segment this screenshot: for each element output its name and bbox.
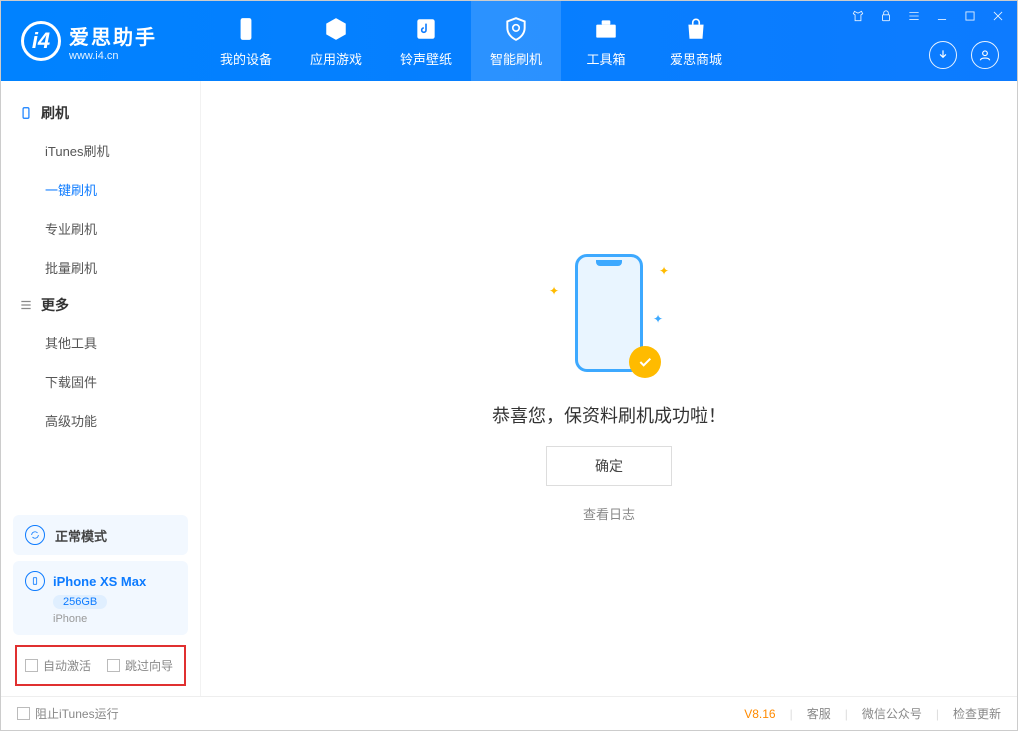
device-name: iPhone XS Max [53, 574, 146, 589]
footer-link-support[interactable]: 客服 [807, 705, 831, 722]
device-info-card[interactable]: iPhone XS Max 256GB iPhone [13, 561, 188, 635]
version-label: V8.16 [744, 707, 775, 721]
app-title: 爱思助手 [69, 21, 157, 50]
nav-label: 我的设备 [220, 49, 272, 68]
device-capacity: 256GB [53, 595, 107, 609]
briefcase-icon [592, 15, 620, 43]
device-small-icon [19, 106, 33, 120]
option-checkboxes-highlight: 自动激活 跳过向导 [15, 645, 186, 686]
sparkle-icon: ✦ [653, 312, 663, 326]
nav-label: 工具箱 [586, 49, 625, 68]
checkbox-icon [107, 659, 120, 672]
checkbox-icon [25, 659, 38, 672]
nav-tab-toolbox[interactable]: 工具箱 [561, 1, 651, 81]
sidebar-item-itunes-flash[interactable]: iTunes刷机 [1, 131, 200, 170]
sync-icon [25, 525, 45, 545]
section-label: 刷机 [41, 103, 69, 123]
checkbox-skip-guide[interactable]: 跳过向导 [107, 657, 173, 674]
sparkle-icon: ✦ [549, 284, 559, 298]
sparkle-icon: ✦ [659, 264, 669, 278]
nav-tab-ringtones[interactable]: 铃声壁纸 [381, 1, 471, 81]
section-label: 更多 [41, 295, 69, 315]
list-icon [19, 298, 33, 312]
music-note-icon [412, 15, 440, 43]
success-message: 恭喜您，保资料刷机成功啦！ [492, 402, 726, 428]
sidebar-item-advanced[interactable]: 高级功能 [1, 401, 200, 440]
checkbox-label: 跳过向导 [125, 657, 173, 674]
titlebar-controls [851, 9, 1005, 23]
main-content: ✦ ✦ ✦ 恭喜您，保资料刷机成功啦！ 确定 查看日志 [201, 81, 1017, 696]
app-logo-icon: i4 [21, 21, 61, 61]
shirt-icon[interactable] [851, 9, 865, 23]
checkbox-label: 阻止iTunes运行 [35, 705, 119, 722]
checkbox-block-itunes[interactable]: 阻止iTunes运行 [17, 705, 119, 722]
nav-label: 应用游戏 [310, 49, 362, 68]
device-mode-card[interactable]: 正常模式 [13, 515, 188, 555]
success-illustration: ✦ ✦ ✦ [519, 254, 699, 384]
phone-icon [232, 15, 260, 43]
device-type: iPhone [53, 613, 87, 625]
checkbox-icon [17, 707, 30, 720]
app-header: i4 爱思助手 www.i4.cn 我的设备 应用游戏 铃声壁纸 智能刷机 工具… [1, 1, 1017, 81]
app-subtitle: www.i4.cn [69, 50, 157, 62]
download-icon[interactable] [929, 41, 957, 69]
view-log-link[interactable]: 查看日志 [583, 504, 635, 523]
sidebar-item-oneclick-flash[interactable]: 一键刷机 [1, 170, 200, 209]
sidebar-item-other-tools[interactable]: 其他工具 [1, 323, 200, 362]
menu-icon[interactable] [907, 9, 921, 23]
sidebar: 刷机 iTunes刷机 一键刷机 专业刷机 批量刷机 更多 其他工具 下载固件 … [1, 81, 201, 696]
maximize-icon[interactable] [963, 9, 977, 23]
logo-area: i4 爱思助手 www.i4.cn [1, 21, 201, 62]
nav-label: 智能刷机 [490, 49, 542, 68]
lock-icon[interactable] [879, 9, 893, 23]
shopping-bag-icon [682, 15, 710, 43]
checkbox-auto-activate[interactable]: 自动激活 [25, 657, 91, 674]
nav-tab-store[interactable]: 爱思商城 [651, 1, 741, 81]
footer-link-wechat[interactable]: 微信公众号 [862, 705, 922, 722]
sidebar-section-more: 更多 [1, 287, 200, 323]
close-icon[interactable] [991, 9, 1005, 23]
nav-tab-apps[interactable]: 应用游戏 [291, 1, 381, 81]
nav-label: 爱思商城 [670, 49, 722, 68]
confirm-button[interactable]: 确定 [546, 446, 672, 486]
checkmark-badge-icon [629, 346, 661, 378]
cube-icon [322, 15, 350, 43]
nav-label: 铃声壁纸 [400, 49, 452, 68]
mode-label: 正常模式 [55, 526, 107, 545]
status-bar: 阻止iTunes运行 V8.16 | 客服 | 微信公众号 | 检查更新 [1, 696, 1017, 730]
nav-tab-my-device[interactable]: 我的设备 [201, 1, 291, 81]
checkbox-label: 自动激活 [43, 657, 91, 674]
phone-small-icon [25, 571, 45, 591]
sidebar-item-batch-flash[interactable]: 批量刷机 [1, 248, 200, 287]
user-icon[interactable] [971, 41, 999, 69]
sidebar-section-flash: 刷机 [1, 95, 200, 131]
main-nav: 我的设备 应用游戏 铃声壁纸 智能刷机 工具箱 爱思商城 [201, 1, 741, 81]
shield-refresh-icon [502, 15, 530, 43]
header-action-icons [929, 41, 999, 69]
nav-tab-flash[interactable]: 智能刷机 [471, 1, 561, 81]
sidebar-item-download-firmware[interactable]: 下载固件 [1, 362, 200, 401]
footer-link-update[interactable]: 检查更新 [953, 705, 1001, 722]
sidebar-item-pro-flash[interactable]: 专业刷机 [1, 209, 200, 248]
minimize-icon[interactable] [935, 9, 949, 23]
